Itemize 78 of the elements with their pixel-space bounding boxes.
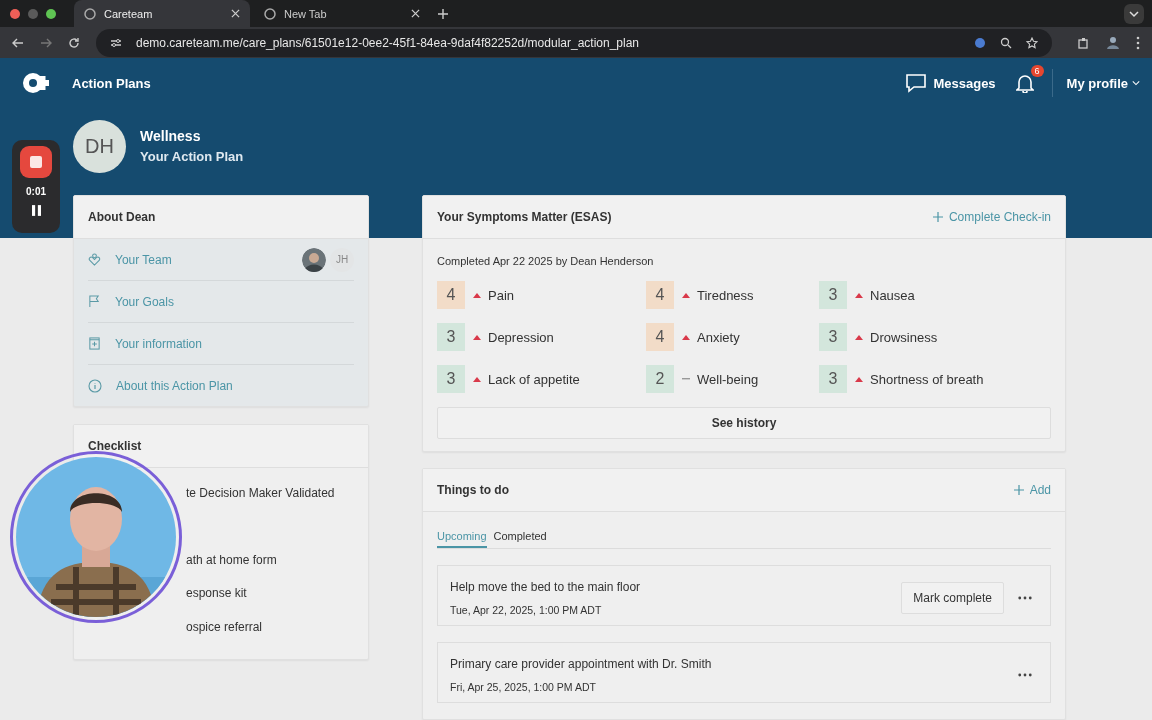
avatar: DH xyxy=(73,119,126,173)
task-title: Help move the bed to the main floor xyxy=(450,580,642,594)
checklist-item[interactable]: esponse kit xyxy=(186,582,368,616)
plan-title: Wellness xyxy=(140,128,202,144)
checklist-item[interactable]: ath at home form xyxy=(186,548,368,582)
see-history-button[interactable]: See history xyxy=(437,407,1051,439)
mark-complete-button[interactable]: Mark complete xyxy=(901,582,1004,614)
star-icon[interactable] xyxy=(1026,36,1038,49)
member-initials: JH xyxy=(330,247,354,272)
heart-hand-icon xyxy=(88,253,101,266)
back-icon[interactable] xyxy=(12,36,24,49)
tab[interactable]: Completed xyxy=(493,526,547,548)
stop-button[interactable] xyxy=(20,146,52,178)
extension-icon[interactable] xyxy=(974,36,986,49)
score-badge: 4 xyxy=(437,281,465,309)
close-icon[interactable] xyxy=(411,9,420,19)
globe-icon xyxy=(84,7,96,20)
symptom-name: Well-being xyxy=(697,371,759,387)
reload-icon[interactable] xyxy=(68,36,80,49)
card-title: Things to do xyxy=(437,483,509,497)
info-icon xyxy=(88,378,102,393)
more-icon[interactable] xyxy=(1018,673,1032,677)
symptom-name: Shortness of breath xyxy=(870,371,984,387)
more-icon[interactable] xyxy=(1136,35,1140,50)
task-date: Fri, Apr 25, 2025, 1:00 PM ADT xyxy=(450,681,597,693)
score-badge: 3 xyxy=(819,281,847,309)
browser-tab[interactable]: New Tab xyxy=(254,0,430,28)
notification-badge: 6 xyxy=(1030,65,1044,77)
messages-button[interactable]: Messages xyxy=(905,73,996,93)
score-badge: 3 xyxy=(819,365,847,393)
card-title: About Dean xyxy=(88,210,156,224)
profile-icon[interactable] xyxy=(1106,35,1120,50)
score-badge: 3 xyxy=(819,323,847,351)
more-icon[interactable] xyxy=(1018,596,1032,600)
symptom-name: Drowsiness xyxy=(870,329,938,345)
settings-icon[interactable] xyxy=(110,36,122,49)
close-window-button[interactable] xyxy=(10,8,20,19)
plus-icon xyxy=(1013,485,1024,495)
chevron-down-icon xyxy=(1132,80,1140,86)
symptom-name: Lack of appetite xyxy=(488,371,580,387)
score-badge: 4 xyxy=(646,281,674,309)
score-badge: 4 xyxy=(646,323,674,351)
card-title: Checklist xyxy=(88,439,142,453)
chat-bubble-icon xyxy=(905,73,928,93)
minimize-window-button[interactable] xyxy=(28,8,38,19)
score-badge: 3 xyxy=(437,323,465,351)
id-card-icon xyxy=(88,337,101,350)
task-date: Tue, Apr 22, 2025, 1:00 PM ADT xyxy=(450,604,603,616)
zoom-icon[interactable] xyxy=(1000,36,1012,49)
symptom-name: Tiredness xyxy=(697,287,754,303)
maximize-window-button[interactable] xyxy=(46,8,56,19)
globe-icon xyxy=(264,7,276,20)
forward-icon[interactable] xyxy=(40,36,52,49)
profile-menu[interactable]: My profile xyxy=(1066,75,1140,91)
plus-icon[interactable] xyxy=(438,8,448,19)
flag-icon xyxy=(88,295,101,308)
card-title: Your Symptoms Matter (ESAS) xyxy=(437,210,612,224)
bell-icon[interactable] xyxy=(1015,73,1034,93)
section-title[interactable]: Action Plans xyxy=(72,75,151,91)
symptom-name: Pain xyxy=(488,287,515,303)
close-icon[interactable] xyxy=(231,9,240,19)
browser-tab[interactable]: Careteam xyxy=(74,0,250,28)
plan-subtitle: Your Action Plan xyxy=(140,149,244,164)
pause-icon[interactable] xyxy=(31,205,41,216)
checklist-item[interactable]: ospice referral xyxy=(186,615,368,649)
score-badge: 3 xyxy=(437,365,465,393)
score-badge: 2 xyxy=(646,365,674,393)
plus-icon xyxy=(932,212,943,222)
symptom-name: Nausea xyxy=(870,287,915,303)
symptom-name: Depression xyxy=(488,329,554,345)
completed-note: Completed Apr 22 2025 by Dean Henderson xyxy=(437,255,655,267)
address-bar[interactable]: demo.careteam.me/care_plans/61501e12-0ee2-45f1-84ea-9daf4f82252d/modular_action_plan xyxy=(96,28,1052,57)
task-title: Primary care provider appointment with Dr. Smith xyxy=(450,657,713,671)
logo-icon[interactable] xyxy=(22,72,50,94)
chevron-down-icon[interactable] xyxy=(1124,3,1144,24)
symptom-name: Anxiety xyxy=(697,329,740,345)
checklist-item[interactable]: te Decision Maker Validated xyxy=(186,482,368,516)
recording-time: 0:01 xyxy=(26,186,46,197)
